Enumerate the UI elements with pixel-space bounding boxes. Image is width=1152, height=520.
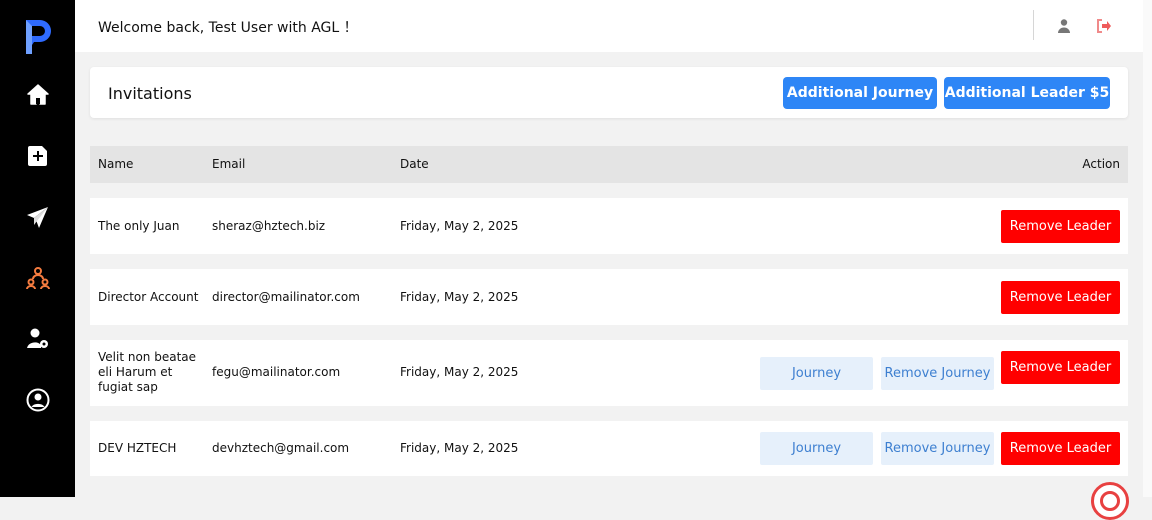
logout-icon[interactable] xyxy=(1096,18,1112,34)
sidebar xyxy=(0,0,75,497)
row-email: director@mailinator.com xyxy=(212,290,360,304)
row-date: Friday, May 2, 2025 xyxy=(400,441,519,455)
additional-journey-button[interactable]: Additional Journey xyxy=(783,77,937,109)
row-email: devhztech@gmail.com xyxy=(212,441,350,455)
user-icon[interactable] xyxy=(1056,18,1072,34)
help-chat-icon[interactable] xyxy=(1091,482,1129,520)
remove-leader-button[interactable]: Remove Leader xyxy=(1001,432,1120,465)
column-header-email: Email xyxy=(212,157,246,171)
sidebar-item-send[interactable] xyxy=(0,186,75,247)
row-name: The only Juan xyxy=(98,219,180,233)
sidebar-item-home[interactable] xyxy=(0,64,75,125)
invitations-card: Invitations Additional Journey Additiona… xyxy=(90,67,1128,118)
remove-leader-button[interactable]: Remove Leader xyxy=(1001,281,1120,314)
table-row: Velit non beatae eli Harum et fugiat sap… xyxy=(90,340,1128,406)
table-row: DEV HZTECH devhztech@gmail.com Friday, M… xyxy=(90,421,1128,476)
add-document-icon xyxy=(27,145,47,166)
column-header-date: Date xyxy=(400,157,429,171)
row-name: Director Account xyxy=(98,290,199,304)
remove-journey-button[interactable]: Remove Journey xyxy=(881,432,994,465)
sidebar-item-team[interactable] xyxy=(0,247,75,308)
row-date: Friday, May 2, 2025 xyxy=(400,290,519,304)
topbar-divider xyxy=(1033,10,1034,40)
remove-leader-button[interactable]: Remove Leader xyxy=(1001,210,1120,243)
remove-leader-button[interactable]: Remove Leader xyxy=(1001,351,1120,384)
page-title: Invitations xyxy=(108,84,192,103)
sidebar-item-profile[interactable] xyxy=(0,369,75,430)
journey-button[interactable]: Journey xyxy=(760,357,873,390)
profile-icon xyxy=(26,388,49,411)
send-icon xyxy=(26,206,48,228)
sidebar-item-user-settings[interactable] xyxy=(0,308,75,369)
column-header-name: Name xyxy=(98,157,134,171)
scrollbar[interactable] xyxy=(1143,0,1152,497)
row-email: fegu@mailinator.com xyxy=(212,365,341,379)
table-header: Name Email Date Action xyxy=(90,146,1128,183)
row-date: Friday, May 2, 2025 xyxy=(400,365,519,379)
journey-button[interactable]: Journey xyxy=(760,432,873,465)
row-name: DEV HZTECH xyxy=(98,441,177,455)
help-ring-icon xyxy=(1100,491,1120,511)
row-name: Velit non beatae eli Harum et fugiat sap xyxy=(98,350,197,394)
table-row: Director Account director@mailinator.com… xyxy=(90,269,1128,325)
user-settings-icon xyxy=(26,328,48,348)
row-email: sheraz@hztech.biz xyxy=(212,219,326,233)
additional-leader-button[interactable]: Additional Leader $5 xyxy=(944,77,1110,109)
home-icon xyxy=(26,83,49,105)
welcome-message: Welcome back, Test User with AGL ！ xyxy=(98,20,358,36)
remove-journey-button[interactable]: Remove Journey xyxy=(881,357,994,390)
team-icon xyxy=(25,266,50,289)
table-row: The only Juan sheraz@hztech.biz Friday, … xyxy=(90,198,1128,254)
top-bar: Welcome back, Test User with AGL ！ xyxy=(75,0,1143,52)
column-header-action: Action xyxy=(1082,157,1120,171)
row-date: Friday, May 2, 2025 xyxy=(400,219,519,233)
sidebar-item-add[interactable] xyxy=(0,125,75,186)
brand-logo-icon xyxy=(25,20,51,54)
